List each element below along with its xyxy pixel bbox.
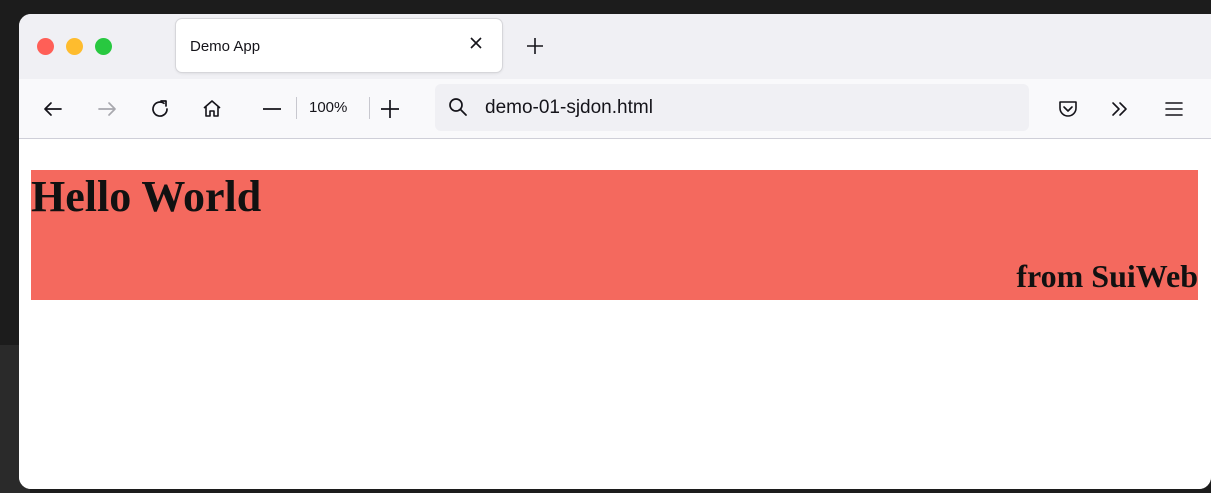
maximize-window-button[interactable] (95, 38, 112, 55)
navigation-toolbar: 100% demo-01-sjdon.html (19, 79, 1211, 139)
zoom-in-icon[interactable] (377, 96, 403, 122)
tab-demo-app[interactable]: Demo App (176, 19, 502, 72)
zoom-divider-left (296, 97, 297, 119)
tab-title: Demo App (190, 38, 261, 55)
more-tools-icon[interactable] (1107, 96, 1133, 122)
pocket-icon[interactable] (1055, 96, 1081, 122)
page-subheading: from SuiWeb (1016, 258, 1198, 294)
zoom-level[interactable]: 100% (309, 99, 347, 116)
home-icon[interactable] (199, 96, 225, 122)
forward-arrow-icon[interactable] (94, 96, 120, 122)
close-window-button[interactable] (37, 38, 54, 55)
address-bar[interactable]: demo-01-sjdon.html (435, 84, 1029, 131)
url-text[interactable]: demo-01-sjdon.html (485, 97, 653, 119)
minimize-window-button[interactable] (66, 38, 83, 55)
page-content: Hello World from SuiWeb (19, 139, 1211, 489)
title-bar: Demo App (19, 14, 1211, 79)
back-arrow-icon[interactable] (40, 96, 66, 122)
zoom-divider-right (369, 97, 370, 119)
browser-window: Demo App 100% demo-01-sjdon.html Hello W… (19, 14, 1211, 489)
search-icon (447, 96, 469, 118)
plus-icon[interactable] (524, 35, 546, 57)
close-icon[interactable] (464, 31, 488, 55)
zoom-out-icon[interactable] (259, 96, 285, 122)
reload-icon[interactable] (147, 96, 173, 122)
hello-banner: Hello World from SuiWeb (31, 170, 1198, 300)
menu-icon[interactable] (1161, 96, 1187, 122)
page-heading: Hello World (31, 172, 262, 221)
